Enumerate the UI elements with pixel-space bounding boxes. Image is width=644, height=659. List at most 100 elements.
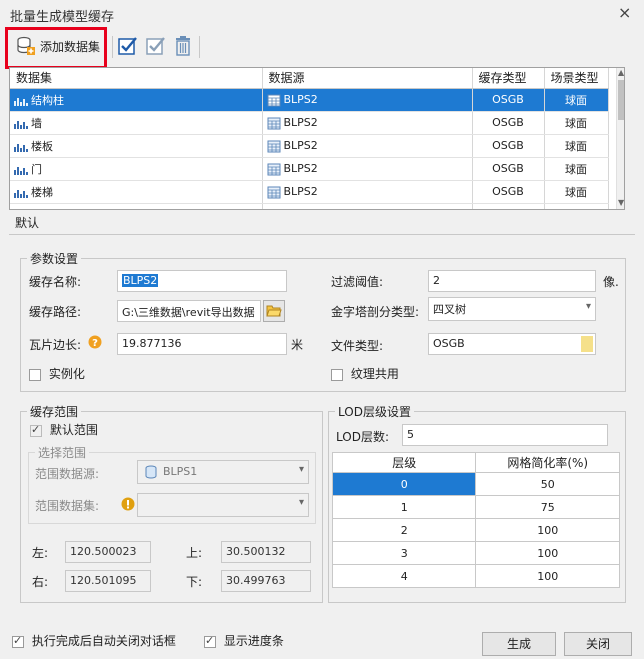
scene-type-cell[interactable]: 球面 bbox=[544, 203, 609, 209]
filter-unit: 像. bbox=[603, 275, 619, 289]
datasource-name: BLPS2 bbox=[284, 208, 318, 210]
dataset-cell[interactable]: 结构柱 bbox=[10, 88, 263, 112]
datasource-cell[interactable]: BLPS2 bbox=[262, 180, 473, 204]
texture-share-label: 纹理共用 bbox=[350, 367, 399, 381]
dataset-cell[interactable]: 墙 bbox=[10, 111, 263, 135]
scroll-thumb[interactable] bbox=[618, 80, 624, 120]
grid-header-row: 数据集 数据源 缓存类型 场景类型 bbox=[10, 68, 609, 89]
header-cache-type[interactable]: 缓存类型 bbox=[472, 68, 545, 89]
lod-row[interactable]: 3 100 bbox=[331, 541, 620, 565]
lod-rate-cell[interactable]: 100 bbox=[475, 541, 620, 565]
default-range-box[interactable] bbox=[30, 423, 42, 437]
grid-scrollbar[interactable]: ▲ ▼ bbox=[616, 68, 624, 209]
header-level[interactable]: 层级 bbox=[331, 452, 477, 473]
dataset-name: 门 bbox=[31, 162, 42, 176]
tile-edge-unit: 米 bbox=[291, 338, 304, 352]
header-simplify-rate[interactable]: 网格简化率(%) bbox=[475, 452, 620, 473]
auto-close-checkbox[interactable]: 执行完成后自动关闭对话框 bbox=[12, 632, 176, 649]
scene-type-cell[interactable]: 球面 bbox=[544, 157, 609, 181]
datasource-cell[interactable]: BLPS2 bbox=[262, 134, 473, 158]
dropdown-arrow-icon: ▾ bbox=[298, 497, 304, 508]
cache-type-cell[interactable]: OSGB bbox=[472, 88, 545, 112]
lod-rate-cell[interactable]: 100 bbox=[475, 518, 620, 542]
lod-level-cell[interactable]: 4 bbox=[331, 564, 477, 588]
scene-type-cell[interactable]: 球面 bbox=[544, 134, 609, 158]
cache-range-legend: 缓存范围 bbox=[30, 405, 79, 419]
tab-default[interactable]: 默认 bbox=[15, 214, 39, 231]
cache-type-cell[interactable]: OSGB bbox=[472, 180, 545, 204]
file-type-input[interactable]: OSGB bbox=[428, 333, 596, 355]
invert-select-icon[interactable] bbox=[146, 36, 166, 56]
datasource-cell[interactable]: BLPS2 bbox=[262, 88, 473, 112]
dataset-cell[interactable]: 楼板 bbox=[10, 203, 263, 209]
default-range-checkbox[interactable]: 默认范围 bbox=[30, 421, 98, 438]
lod-row[interactable]: 2 100 bbox=[331, 518, 620, 542]
cache-path-input[interactable]: G:\三维数据\revit导出数据 bbox=[117, 300, 261, 322]
range-datasource-select[interactable]: BLPS1 ▾ bbox=[137, 460, 309, 484]
table-row[interactable]: 楼板 BLPS2 OSGB球面 bbox=[10, 203, 609, 210]
table-row[interactable]: 门 BLPS2 OSGB 球面 bbox=[10, 157, 609, 181]
dataset-cell[interactable]: 门 bbox=[10, 157, 263, 181]
lod-rate-cell[interactable]: 50 bbox=[475, 472, 620, 496]
scene-type-cell[interactable]: 球面 bbox=[544, 111, 609, 135]
instancing-checkbox[interactable]: 实例化 bbox=[29, 365, 85, 382]
texture-share-checkbox[interactable]: 纹理共用 bbox=[331, 365, 399, 382]
datasource-cell[interactable]: BLPS2 bbox=[262, 111, 473, 135]
dataset-cell[interactable]: 楼板 bbox=[10, 134, 263, 158]
dataset-cell[interactable]: 楼梯 bbox=[10, 180, 263, 204]
model-dataset-icon bbox=[14, 189, 28, 198]
texture-share-box[interactable] bbox=[331, 368, 343, 381]
lod-row[interactable]: 1 75 bbox=[331, 495, 620, 519]
cache-type-cell[interactable]: OSGB bbox=[472, 111, 545, 135]
scroll-down-icon[interactable]: ▼ bbox=[618, 198, 624, 207]
lod-level-cell[interactable]: 1 bbox=[331, 495, 477, 519]
delete-icon[interactable] bbox=[174, 36, 192, 56]
select-all-icon[interactable] bbox=[118, 36, 138, 56]
table-row[interactable]: 结构柱 BLPS2 OSGB 球面 bbox=[10, 88, 609, 112]
top-value-field[interactable]: 30.500132 bbox=[221, 541, 311, 563]
close-button[interactable]: 关闭 bbox=[564, 632, 632, 656]
lod-count-input[interactable]: 5 bbox=[402, 424, 608, 446]
lod-row[interactable]: 4 100 bbox=[331, 564, 620, 588]
tile-edge-input[interactable]: 19.877136 bbox=[117, 333, 287, 355]
table-row[interactable]: 楼梯 BLPS2 OSGB 球面 bbox=[10, 180, 609, 204]
filter-threshold-input[interactable]: 2 bbox=[428, 270, 596, 292]
close-icon[interactable]: × bbox=[618, 3, 631, 22]
datasource-cell[interactable]: BLPS2 bbox=[262, 157, 473, 181]
generate-button[interactable]: 生成 bbox=[482, 632, 556, 656]
range-dataset-select[interactable]: ▾ bbox=[137, 493, 309, 517]
datasource-cell[interactable]: BLPS2 bbox=[262, 203, 473, 210]
table-row[interactable]: 楼板 BLPS2 OSGB球面 bbox=[10, 134, 609, 158]
browse-folder-button[interactable] bbox=[263, 300, 285, 322]
cache-type-cell[interactable]: OSGB bbox=[472, 203, 545, 209]
scene-type-cell[interactable]: 球面 bbox=[544, 180, 609, 204]
header-dataset[interactable]: 数据集 bbox=[10, 68, 263, 89]
show-progress-checkbox[interactable]: 显示进度条 bbox=[204, 632, 284, 649]
scroll-up-icon[interactable]: ▲ bbox=[618, 68, 624, 77]
auto-close-box[interactable] bbox=[12, 634, 24, 648]
cache-type-cell[interactable]: OSGB bbox=[472, 134, 545, 158]
scene-type-cell[interactable]: 球面 bbox=[544, 88, 609, 112]
model-dataset-icon bbox=[14, 120, 28, 129]
lod-rate-cell[interactable]: 75 bbox=[475, 495, 620, 519]
show-progress-box[interactable] bbox=[204, 634, 216, 648]
header-scene-type[interactable]: 场景类型 bbox=[544, 68, 609, 89]
cache-type-cell[interactable]: OSGB bbox=[472, 157, 545, 181]
lod-level-cell[interactable]: 3 bbox=[331, 541, 477, 565]
lod-level-cell[interactable]: 0 bbox=[331, 472, 477, 496]
dataset-name: 楼梯 bbox=[31, 185, 53, 199]
lod-level-cell[interactable]: 2 bbox=[331, 518, 477, 542]
header-datasource[interactable]: 数据源 bbox=[262, 68, 473, 89]
left-value-field[interactable]: 120.500023 bbox=[65, 541, 151, 563]
datasource-name: BLPS2 bbox=[283, 184, 318, 198]
lod-rate-cell[interactable]: 100 bbox=[475, 564, 620, 588]
file-type-swatch bbox=[581, 336, 593, 352]
right-value-field[interactable]: 120.501095 bbox=[65, 570, 151, 592]
pyramid-type-select[interactable]: 四叉树 ▾ bbox=[428, 297, 596, 321]
bottom-value-field[interactable]: 30.499763 bbox=[221, 570, 311, 592]
lod-row[interactable]: 0 50 bbox=[331, 472, 620, 496]
cache-name-input[interactable]: BLPS2 bbox=[117, 270, 287, 292]
table-row[interactable]: 墙 BLPS2 OSGB 球面 bbox=[10, 111, 609, 135]
help-icon[interactable]: ? bbox=[88, 335, 102, 349]
instancing-box[interactable] bbox=[29, 368, 41, 381]
